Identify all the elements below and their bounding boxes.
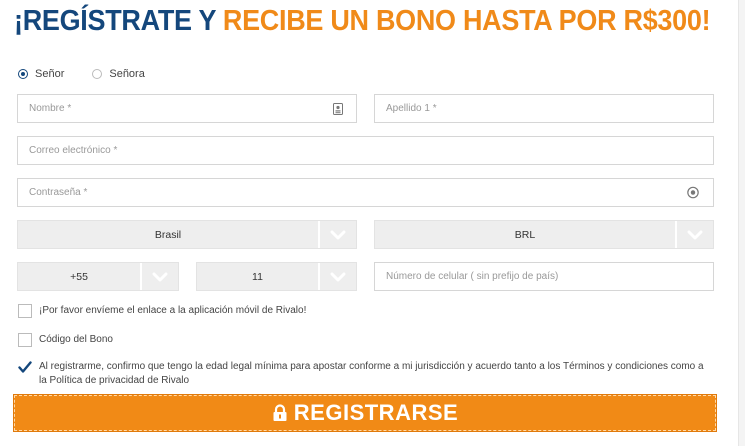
phone-prefix-select[interactable]: +55: [17, 262, 179, 291]
bonus-code-label: Código del Bono: [39, 334, 113, 345]
currency-value: BRL: [514, 228, 536, 241]
mobile-number-placeholder: Número de celular ( sin prefijo de país): [386, 271, 559, 282]
email-placeholder: Correo electrónico *: [29, 145, 118, 156]
area-code-select[interactable]: 11: [196, 262, 357, 291]
eye-icon[interactable]: [687, 186, 699, 199]
headline-primary: ¡REGÍSTRATE Y: [14, 5, 223, 37]
nombre-placeholder: Nombre *: [29, 103, 72, 114]
radio-senora-label: Señora: [109, 68, 145, 80]
app-link-checkbox-row[interactable]: ¡Por favor envíeme el enlace a la aplica…: [18, 304, 306, 318]
page-headline: ¡REGÍSTRATE Y RECIBE UN BONO HASTA POR R…: [14, 5, 711, 45]
country-select[interactable]: Brasil: [17, 220, 357, 249]
radio-senor-label: Señor: [35, 68, 65, 80]
password-field[interactable]: Contraseña *: [17, 178, 714, 207]
chevron-down-icon[interactable]: [675, 221, 713, 248]
chevron-down-icon[interactable]: [140, 263, 178, 290]
app-link-label: ¡Por favor envíeme el enlace a la aplica…: [39, 305, 307, 316]
bonus-code-checkbox-row[interactable]: Código del Bono: [18, 333, 113, 347]
terms-checkbox[interactable]: [18, 360, 32, 374]
id-card-icon: [332, 102, 344, 115]
lock-icon: [272, 404, 288, 422]
country-value: Brasil: [154, 228, 182, 241]
mobile-number-field[interactable]: Número de celular ( sin prefijo de país): [374, 262, 714, 291]
headline-accent: RECIBE UN BONO HASTA POR R$300!: [222, 5, 711, 37]
currency-select[interactable]: BRL: [374, 220, 714, 249]
nombre-field[interactable]: Nombre *: [17, 94, 357, 123]
chevron-down-icon[interactable]: [318, 221, 356, 248]
password-placeholder: Contraseña *: [29, 187, 88, 198]
register-button[interactable]: REGISTRARSE: [13, 394, 717, 432]
terms-checkbox-row[interactable]: Al registrarme, confirmo que tengo la ed…: [18, 360, 708, 388]
checkmark-icon: [18, 360, 32, 373]
bonus-code-checkbox[interactable]: [18, 333, 32, 347]
email-field[interactable]: Correo electrónico *: [17, 136, 714, 165]
terms-label: Al registrarme, confirmo que tengo la ed…: [39, 361, 704, 386]
apellido-field[interactable]: Apellido 1 *: [374, 94, 714, 123]
radio-senor-indicator[interactable]: [18, 69, 28, 79]
chevron-down-icon[interactable]: [318, 263, 356, 290]
radio-senora[interactable]: Señora: [92, 68, 145, 80]
radio-senora-indicator[interactable]: [92, 69, 103, 79]
radio-senor[interactable]: Señor: [18, 68, 64, 80]
app-link-checkbox[interactable]: [18, 304, 32, 318]
phone-prefix-value: +55: [70, 270, 88, 283]
apellido-placeholder: Apellido 1 *: [386, 103, 437, 114]
register-button-label: REGISTRARSE: [293, 400, 459, 425]
page-scroll-edge: [738, 0, 745, 446]
area-code-value: 11: [252, 270, 263, 283]
gender-radio-group: Señor Señora: [18, 66, 173, 82]
